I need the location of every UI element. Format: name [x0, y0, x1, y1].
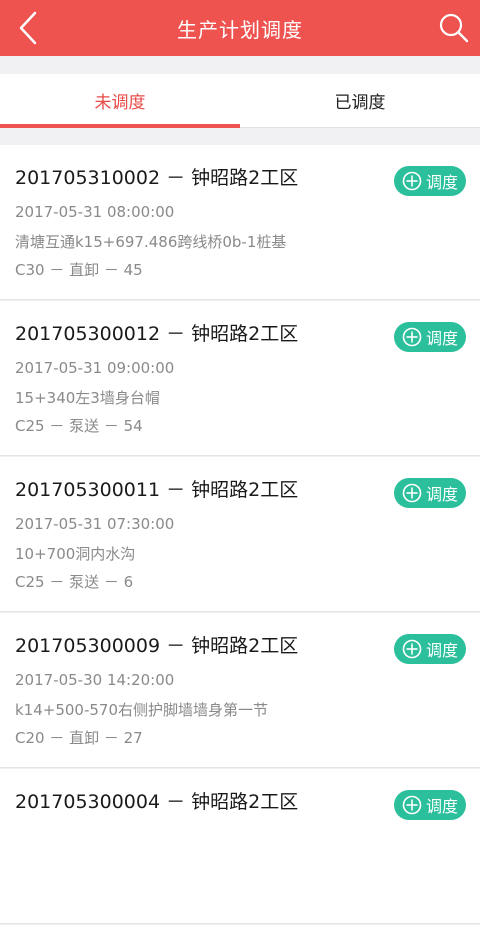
plan-time: 2017-05-30 14:20:00: [15, 671, 175, 689]
app-header: 生产计划调度: [0, 0, 480, 56]
list-item[interactable]: 201705310002 － 钟昭路2工区 2017-05-31 08:00:0…: [0, 145, 480, 300]
list-item[interactable]: 201705300009 － 钟昭路2工区 2017-05-30 14:20:0…: [0, 613, 480, 768]
plan-location: 15+340左3墙身台帽: [15, 389, 160, 407]
dispatch-button[interactable]: 调度: [394, 322, 466, 352]
search-button[interactable]: [434, 8, 474, 48]
plan-code: 201705300004 － 钟昭路2工区: [15, 791, 299, 813]
plan-list: 201705310002 － 钟昭路2工区 2017-05-31 08:00:0…: [0, 145, 480, 925]
plan-time: 2017-05-31 07:30:00: [15, 515, 175, 533]
tab-undispatched[interactable]: 未调度: [0, 74, 240, 128]
plan-time: 2017-05-31 09:00:00: [15, 359, 175, 377]
plan-time: 2017-05-31 08:00:00: [15, 203, 175, 221]
tab-dispatched[interactable]: 已调度: [240, 74, 480, 127]
plus-circle-icon: [402, 639, 422, 659]
search-icon: [439, 13, 469, 43]
plus-circle-icon: [402, 795, 422, 815]
plan-code: 201705310002 － 钟昭路2工区: [15, 167, 299, 189]
tab-bar: 未调度 已调度: [0, 74, 480, 128]
page-title: 生产计划调度: [177, 17, 303, 42]
plan-code: 201705300012 － 钟昭路2工区: [15, 323, 299, 345]
plan-code: 201705300011 － 钟昭路2工区: [15, 479, 299, 501]
plus-circle-icon: [402, 483, 422, 503]
header-spacer: [0, 56, 480, 74]
dispatch-label: 调度: [425, 485, 458, 504]
plus-circle-icon: [402, 327, 422, 347]
dispatch-button[interactable]: 调度: [394, 478, 466, 508]
list-item[interactable]: 201705300004 － 钟昭路2工区 调度: [0, 769, 480, 924]
plan-spec: C25 － 泵送 － 6: [15, 573, 134, 591]
plan-location: k14+500-570右侧护脚墙墙身第一节: [15, 701, 269, 719]
plan-spec: C20 － 直卸 － 27: [15, 729, 143, 747]
dispatch-label: 调度: [425, 329, 458, 348]
dispatch-label: 调度: [425, 797, 458, 816]
back-button[interactable]: [8, 8, 48, 48]
plan-spec: C25 － 泵送 － 54: [15, 417, 143, 435]
dispatch-label: 调度: [425, 641, 458, 660]
plus-circle-icon: [402, 171, 422, 191]
list-item[interactable]: 201705300012 － 钟昭路2工区 2017-05-31 09:00:0…: [0, 301, 480, 456]
dispatch-button[interactable]: 调度: [394, 634, 466, 664]
dispatch-button[interactable]: 调度: [394, 166, 466, 196]
plan-code: 201705300009 － 钟昭路2工区: [15, 635, 299, 657]
dispatch-label: 调度: [425, 173, 458, 192]
plan-spec: C30 － 直卸 － 45: [15, 261, 143, 279]
plan-location: 10+700洞内水沟: [15, 545, 136, 563]
list-item[interactable]: 201705300011 － 钟昭路2工区 2017-05-31 07:30:0…: [0, 457, 480, 612]
dispatch-button[interactable]: 调度: [394, 790, 466, 820]
plan-location: 清塘互通k15+697.486跨线桥0b-1桩基: [15, 233, 287, 251]
chevron-left-icon: [19, 11, 37, 45]
